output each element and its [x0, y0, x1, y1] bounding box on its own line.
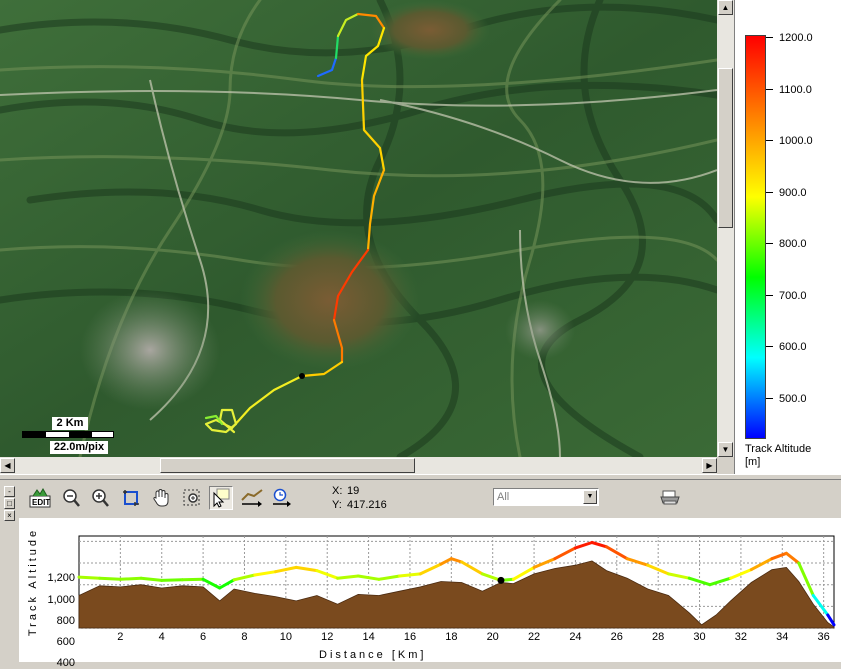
edit-icon: EDIT [29, 488, 51, 508]
cursor-x-value: 19 [347, 485, 360, 497]
select-button[interactable] [209, 486, 233, 510]
altitude-legend: 1200.0 1100.0 1000.0 900.0 800.0 700.0 6… [734, 0, 841, 474]
legend-tick [766, 192, 773, 193]
track-segment [98, 576, 122, 581]
x-tick-label: 22 [528, 631, 540, 643]
time-icon [273, 488, 291, 507]
print-button[interactable] [658, 486, 682, 510]
scroll-up-button[interactable]: ▲ [718, 0, 733, 15]
cursor-x-label: X: [332, 485, 343, 497]
cursor-y-value: 417.216 [347, 499, 387, 511]
track-segment [180, 577, 205, 582]
legend-title-line2: [m] [745, 456, 761, 468]
legend-label: 800.0 [779, 238, 807, 250]
printer-icon [660, 490, 680, 505]
x-tick-label: 12 [321, 631, 333, 643]
scale-resolution-label: 22.0m/pix [50, 441, 108, 454]
crop-button[interactable] [119, 486, 143, 510]
x-tick-label: 4 [159, 631, 165, 643]
legend-title: Track Altitude [m] [745, 443, 811, 469]
measure-button[interactable] [240, 486, 264, 510]
x-tick-label: 8 [241, 631, 247, 643]
legend-tick [766, 243, 773, 244]
x-tick-label: 2 [117, 631, 123, 643]
edit-track-button[interactable]: EDIT [28, 486, 52, 510]
pan-hand-icon [153, 488, 169, 507]
legend-label: 1200.0 [779, 32, 813, 44]
x-tick-label: 14 [362, 631, 374, 643]
track-segment [398, 572, 422, 578]
legend-color-scale [745, 35, 766, 439]
track-segment [77, 575, 102, 580]
pane-close-button[interactable]: × [4, 510, 15, 521]
x-tick-label: 36 [818, 631, 830, 643]
map-scale-bar: 2 Km 22.0m/pix [22, 415, 114, 455]
altitude-profile-chart[interactable]: Track Altitude 1,200 1,000 800 600 400 D… [19, 518, 841, 669]
crop-icon [123, 490, 139, 506]
horizontal-scroll-thumb[interactable] [160, 458, 415, 473]
legend-label: 500.0 [779, 393, 807, 405]
legend-label: 1000.0 [779, 135, 813, 147]
zoom-out-button[interactable] [59, 486, 83, 510]
select-arrow-icon [213, 488, 230, 508]
zoom-out-icon [63, 489, 80, 507]
legend-tick [766, 89, 773, 90]
x-tick-label: 16 [404, 631, 416, 643]
legend-label: 700.0 [779, 290, 807, 302]
zoom-in-icon [92, 489, 109, 507]
terrain-imagery [0, 0, 717, 457]
x-tick-label: 34 [776, 631, 788, 643]
dropdown-arrow-icon[interactable]: ▼ [583, 490, 597, 504]
zoom-area-button[interactable] [180, 486, 204, 510]
pane-minimize-button[interactable]: - [4, 486, 15, 497]
map-vertical-scrollbar[interactable]: ▲ ▼ [717, 0, 734, 457]
legend-tick [766, 37, 773, 38]
legend-tick [766, 140, 773, 141]
filter-dropdown-value: All [497, 491, 510, 503]
svg-text:EDIT: EDIT [32, 498, 50, 507]
x-tick-label: 28 [652, 631, 664, 643]
track-segment [118, 576, 143, 581]
filter-dropdown[interactable]: All ▼ [493, 488, 599, 506]
scale-distance-label: 2 Km [52, 417, 88, 430]
scroll-left-button[interactable]: ◀ [0, 458, 15, 473]
legend-title-line1: Track Altitude [745, 443, 812, 455]
profile-pane: - □ × EDIT X: Y: 19 417.216 All ▼ Track [0, 480, 841, 669]
time-button[interactable] [270, 486, 294, 510]
track-segment [160, 578, 184, 582]
vertical-scroll-thumb[interactable] [718, 68, 733, 228]
x-tick-label: 30 [693, 631, 705, 643]
zoom-area-icon [183, 489, 200, 506]
legend-label: 600.0 [779, 341, 807, 353]
map-horizontal-scrollbar[interactable]: ◀ ▶ [0, 457, 717, 474]
legend-tick [766, 295, 773, 296]
profile-plot: 2 4 6 8 10 12 14 16 18 20 22 24 26 28 30 32 34 36 [77, 535, 836, 643]
x-tick-label: 24 [569, 631, 581, 643]
scroll-down-button[interactable]: ▼ [718, 442, 733, 457]
pan-button[interactable] [149, 486, 173, 510]
scale-bar-graphic [22, 431, 114, 438]
legend-tick [766, 398, 773, 399]
zoom-in-button[interactable] [88, 486, 112, 510]
legend-tick [766, 346, 773, 347]
x-tick-label: 26 [611, 631, 623, 643]
x-tick-label: 32 [735, 631, 747, 643]
measure-icon [241, 489, 263, 507]
x-tick-label: 10 [280, 631, 292, 643]
x-tick-label: 20 [487, 631, 499, 643]
cursor-y-label: Y: [332, 499, 342, 511]
cursor-marker [497, 576, 505, 584]
pane-restore-button[interactable]: □ [4, 498, 15, 509]
map-view[interactable]: 2 Km 22.0m/pix [0, 0, 717, 457]
legend-label: 900.0 [779, 187, 807, 199]
x-tick-label: 6 [200, 631, 206, 643]
legend-label: 1100.0 [779, 84, 812, 96]
pane-window-buttons: - □ × [4, 486, 16, 522]
scroll-right-button[interactable]: ▶ [702, 458, 717, 473]
x-tick-label: 18 [445, 631, 457, 643]
